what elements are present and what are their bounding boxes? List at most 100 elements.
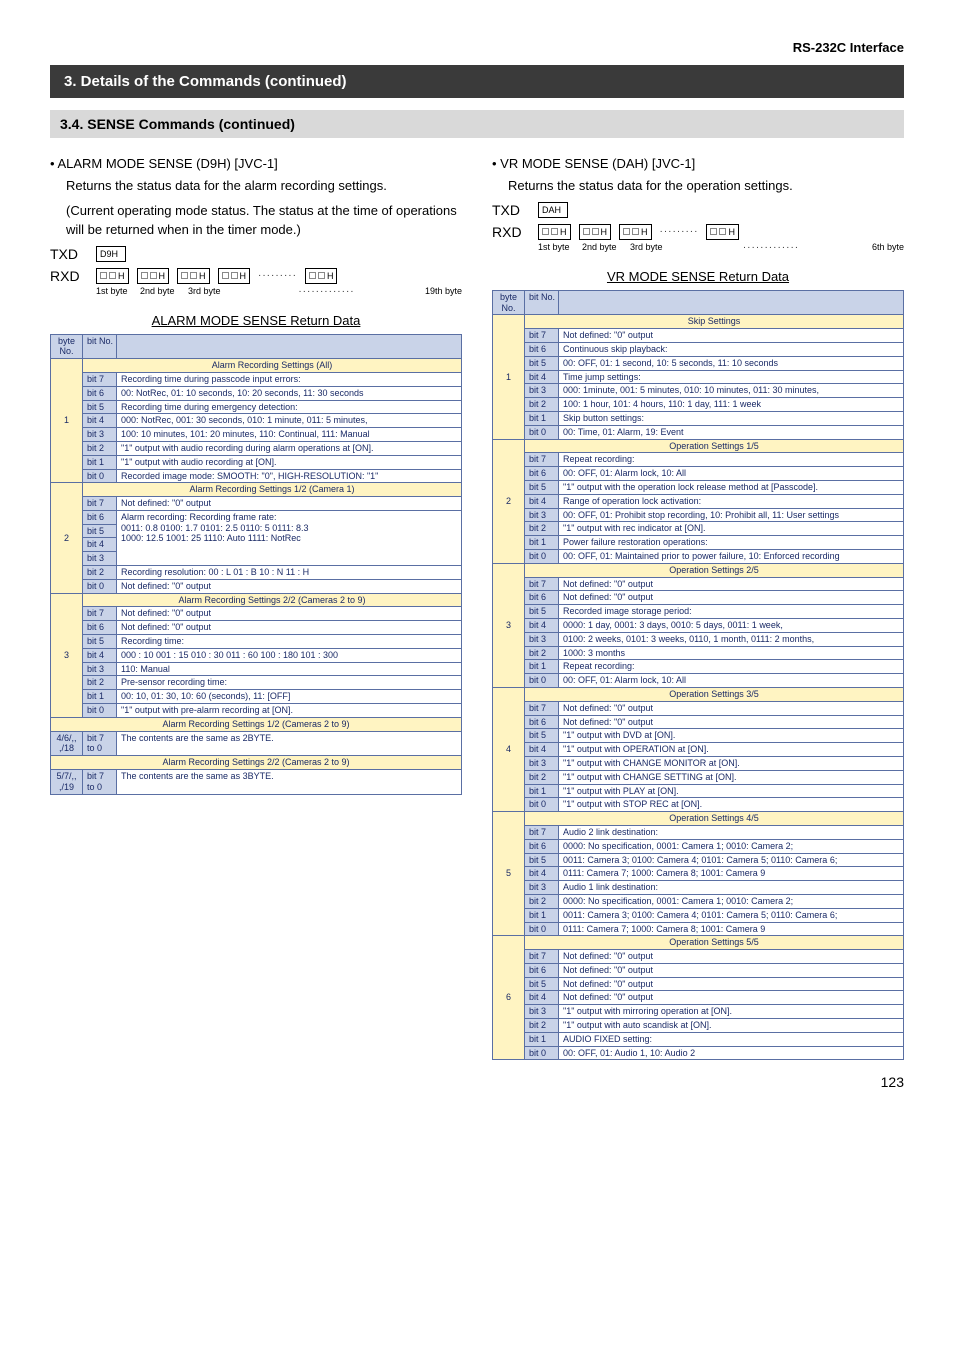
desc: The contents are the same as 3BYTE.	[117, 770, 462, 795]
bit-cell: bit 5	[83, 635, 117, 649]
desc: 0011: Camera 3; 0100: Camera 4; 0101: Ca…	[559, 908, 904, 922]
bit-cell: bit 5	[525, 729, 559, 743]
rxd-byte-box: H	[137, 268, 170, 284]
bit-cell: bit 6	[525, 343, 559, 357]
bit-cell: bit 6	[83, 386, 117, 400]
desc: "1" output with DVD at [ON].	[559, 729, 904, 743]
bit-cell: bit 1	[83, 455, 117, 469]
bit-cell: bit 1	[525, 412, 559, 426]
bit-cell: bit 3	[525, 756, 559, 770]
desc: 00: OFF, 01: Alarm lock, 10: All	[559, 467, 904, 481]
desc: "1" output with auto scandisk at [ON].	[559, 1019, 904, 1033]
bit-cell: bit 3	[525, 632, 559, 646]
txd-label: TXD	[50, 246, 88, 262]
desc: "1" output with CHANGE SETTING at [ON].	[559, 770, 904, 784]
desc: 000 : 10 001 : 15 010 : 30 011 : 60 100 …	[117, 648, 462, 662]
right-title: • VR MODE SENSE (DAH) [JVC-1]	[492, 156, 904, 171]
byte-label: 1st byte	[96, 286, 132, 296]
bit-cell: bit 4	[525, 991, 559, 1005]
bit-cell: bit 0	[525, 425, 559, 439]
section-op35: Operation Settings 3/5	[525, 687, 904, 701]
rxd-byte-box: H	[177, 268, 210, 284]
byte-5: 5	[493, 812, 525, 936]
desc: Not defined: "0" output	[559, 329, 904, 343]
bit-cell: bit 0	[83, 469, 117, 483]
bit-cell: bit 2	[83, 441, 117, 455]
desc: 0000: 1 day, 0001: 3 days, 0010: 5 days,…	[559, 618, 904, 632]
desc: 0111: Camera 7; 1000: Camera 8; 1001: Ca…	[559, 867, 904, 881]
dots: ·········	[258, 270, 297, 281]
rxd-byte-box: H	[96, 268, 129, 284]
bit-cell: bit 4	[83, 538, 117, 552]
bit-cell: bit 6	[525, 963, 559, 977]
byte-label: 2nd byte	[140, 286, 180, 296]
bit-cell: bit 1	[83, 690, 117, 704]
desc: Power failure restoration operations:	[559, 536, 904, 550]
desc: "1" output with STOP REC at [ON].	[559, 798, 904, 812]
bit-cell: bit 6	[525, 467, 559, 481]
bit-cell: bit 1	[525, 908, 559, 922]
byte-5-19: 5/7/,, ,/19	[51, 770, 83, 795]
rxd-label: RXD	[492, 224, 530, 240]
bit-cell: bit 6	[83, 621, 117, 635]
right-rxd-row: RXD H H H ········· H	[492, 224, 904, 240]
section-22-c29b: Alarm Recording Settings 2/2 (Cameras 2 …	[51, 756, 462, 770]
bit-cell: bit 7 to 0	[83, 731, 117, 756]
desc: Not defined: "0" output	[559, 991, 904, 1005]
desc: Pre-sensor recording time:	[117, 676, 462, 690]
bit-cell: bit 5	[83, 524, 117, 538]
bit-cell: bit 3	[525, 881, 559, 895]
section-op15: Operation Settings 1/5	[525, 439, 904, 453]
th-bit: bit No.	[83, 334, 117, 359]
desc: Not defined: "0" output	[559, 701, 904, 715]
desc: "1" output with PLAY at [ON].	[559, 784, 904, 798]
desc: Not defined: "0" output	[117, 607, 462, 621]
desc: Not defined: "0" output	[559, 963, 904, 977]
right-column: • VR MODE SENSE (DAH) [JVC-1] Returns th…	[492, 156, 904, 1060]
bit-cell: bit 3	[83, 428, 117, 442]
bit-cell: bit 0	[83, 704, 117, 718]
desc: 0111: Camera 7; 1000: Camera 8; 1001: Ca…	[559, 922, 904, 936]
desc: AUDIO FIXED setting:	[559, 1032, 904, 1046]
left-p1: Returns the status data for the alarm re…	[66, 177, 462, 196]
byte-1: 1	[493, 315, 525, 439]
bit-cell: bit 2	[525, 1019, 559, 1033]
rxd-byte-box: H	[538, 224, 571, 240]
desc: 00: NotRec, 01: 10 seconds, 10: 20 secon…	[117, 386, 462, 400]
desc: The contents are the same as 2BYTE.	[117, 731, 462, 756]
bit-cell: bit 0	[525, 1046, 559, 1060]
section-op25: Operation Settings 2/5	[525, 563, 904, 577]
th-byte: byte No.	[493, 290, 525, 315]
desc: 000: NotRec, 001: 30 seconds, 010: 1 min…	[117, 414, 462, 428]
bit-cell: bit 7	[83, 372, 117, 386]
txd-label: TXD	[492, 202, 530, 218]
bit-cell: bit 0	[525, 798, 559, 812]
bit-cell: bit 1	[525, 536, 559, 550]
bit-cell: bit 3	[83, 552, 117, 566]
desc: 100: 1 hour, 101: 4 hours, 110: 1 day, 1…	[559, 398, 904, 412]
desc: Skip button settings:	[559, 412, 904, 426]
bit-cell: bit 5	[525, 481, 559, 495]
alarm-table: byte No. bit No. 1Alarm Recording Settin…	[50, 334, 462, 795]
desc: 00: Time, 01: Alarm, 19: Event	[559, 425, 904, 439]
bit-cell: bit 0	[525, 922, 559, 936]
bit-cell: bit 7	[525, 825, 559, 839]
section-22-c29: Alarm Recording Settings 2/2 (Cameras 2 …	[83, 593, 462, 607]
byte-3: 3	[493, 563, 525, 687]
rxd-byte-box: H	[305, 268, 338, 284]
byte-label: 6th byte	[872, 242, 904, 252]
dots: ·············	[678, 242, 864, 253]
bit-cell: bit 7	[525, 453, 559, 467]
bit-cell: bit 2	[525, 894, 559, 908]
content-columns: • ALARM MODE SENSE (D9H) [JVC-1] Returns…	[50, 156, 904, 1060]
bit-cell: bit 2	[525, 646, 559, 660]
desc: Recording resolution: 00 : L 01 : B 10 :…	[117, 566, 462, 580]
txd-code-box: D9H	[96, 246, 126, 262]
left-return-title: ALARM MODE SENSE Return Data	[50, 313, 462, 328]
left-column: • ALARM MODE SENSE (D9H) [JVC-1] Returns…	[50, 156, 462, 795]
bit-cell: bit 6	[83, 510, 117, 524]
bit-cell: bit 2	[525, 522, 559, 536]
bit-cell: bit 4	[525, 618, 559, 632]
bit-cell: bit 7	[83, 497, 117, 511]
desc: Recording time:	[117, 635, 462, 649]
